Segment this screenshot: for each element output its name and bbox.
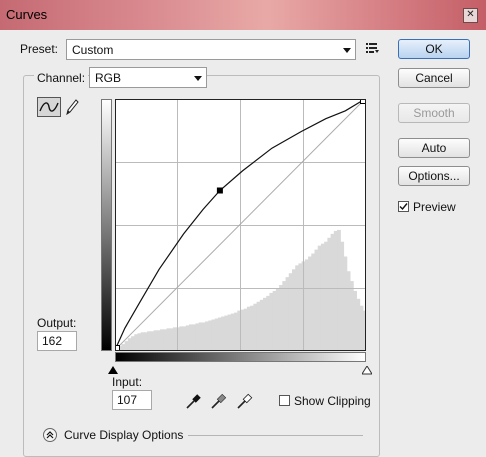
white-point-eyedropper-icon[interactable] (236, 392, 254, 410)
preset-select[interactable]: Custom (66, 39, 356, 60)
curve-control-point[interactable] (216, 187, 223, 194)
white-point-slider[interactable] (361, 364, 373, 375)
preset-value: Custom (72, 43, 114, 57)
preset-options-icon[interactable] (366, 42, 380, 54)
curve-display-options-label: Curve Display Options (64, 428, 184, 442)
expand-chevron-icon[interactable] (43, 428, 57, 442)
show-clipping-checkbox[interactable] (279, 395, 290, 406)
curve-point-icon[interactable] (37, 97, 61, 117)
show-clipping-label: Show Clipping (294, 394, 371, 408)
divider (188, 435, 363, 436)
auto-button[interactable]: Auto (398, 138, 470, 158)
preview-checkbox[interactable] (398, 201, 409, 212)
input-label: Input: (112, 375, 143, 389)
close-icon[interactable]: ✕ (463, 8, 478, 23)
title-bar[interactable] (0, 0, 486, 30)
chevron-down-icon (343, 48, 351, 53)
output-label: Output: (37, 316, 77, 330)
output-gradient-bar (101, 99, 112, 351)
cancel-button[interactable]: Cancel (398, 68, 470, 88)
black-point-slider[interactable] (108, 364, 118, 374)
smooth-button[interactable]: Smooth (398, 103, 470, 123)
ok-button[interactable]: OK (398, 39, 470, 59)
curve-graph[interactable] (114, 98, 367, 351)
input-gradient-bar (115, 352, 366, 362)
input-field[interactable]: 107 (112, 390, 152, 410)
channel-select[interactable]: RGB (89, 67, 207, 88)
window-title: Curves (6, 7, 48, 22)
preview-label: Preview (413, 200, 456, 214)
curve-canvas[interactable] (114, 98, 367, 351)
pencil-icon[interactable] (64, 98, 80, 116)
output-field[interactable]: 162 (37, 331, 77, 351)
chevron-down-icon (194, 76, 202, 81)
preset-label: Preset: (20, 42, 59, 56)
black-point-eyedropper-icon[interactable] (185, 392, 203, 410)
options-button[interactable]: Options... (398, 166, 470, 186)
channel-label: Channel: (34, 71, 89, 85)
gray-point-eyedropper-icon[interactable] (210, 392, 228, 410)
channel-value: RGB (95, 71, 122, 85)
